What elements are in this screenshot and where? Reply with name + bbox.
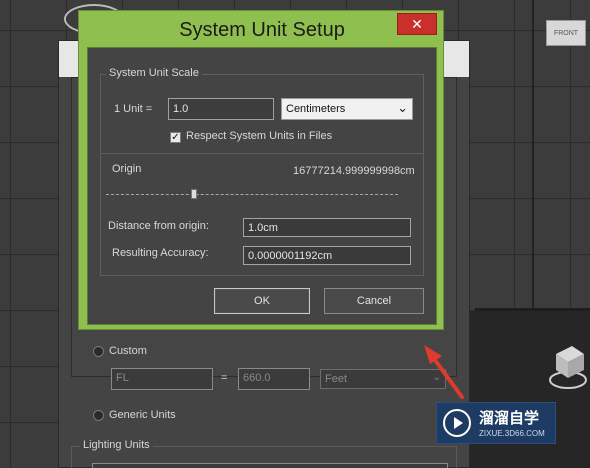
unit-label: 1 Unit =	[114, 103, 153, 115]
group-divider	[100, 153, 424, 154]
custom-radio[interactable]	[93, 346, 104, 357]
lighting-units-group: Lighting Units	[71, 439, 457, 468]
distance-input[interactable]: 1.0cm	[243, 218, 411, 237]
unit-scale-input[interactable]: 1.0	[168, 98, 274, 120]
custom-name-input[interactable]: FL	[111, 368, 213, 390]
watermark: 溜溜自学 ZIXUE.3D66.COM	[436, 402, 556, 444]
respect-units-checkbox[interactable]: ✓	[170, 132, 181, 143]
accuracy-label: Resulting Accuracy:	[112, 247, 209, 259]
custom-label: Custom	[109, 345, 147, 357]
origin-value: 16777214.999999998cm	[293, 165, 415, 177]
distance-label: Distance from origin:	[108, 220, 209, 232]
respect-units-label: Respect System Units in Files	[186, 130, 333, 142]
dialog-body: System Unit Scale 1 Unit = 1.0 Centimete…	[87, 47, 437, 325]
origin-label: Origin	[112, 163, 142, 175]
system-unit-setup-dialog: System Unit Setup ✕ System Unit Scale 1 …	[78, 10, 444, 330]
viewport-divider	[532, 0, 534, 310]
system-unit-scale-caption: System Unit Scale	[106, 67, 202, 79]
watermark-title: 溜溜自学	[479, 410, 540, 427]
play-logo-icon	[443, 409, 471, 437]
unit-type-value: Centimeters	[286, 103, 346, 115]
custom-unit-value: Feet	[325, 373, 348, 385]
watermark-url: ZIXUE.3D66.COM	[479, 429, 545, 438]
custom-unit-select[interactable]: Feet ⌄	[320, 369, 446, 389]
chevron-down-icon: ⌄	[397, 100, 408, 115]
unit-type-select[interactable]: Centimeters ⌄	[281, 98, 413, 120]
origin-slider-thumb[interactable]	[190, 189, 197, 199]
viewcube[interactable]: FRONT	[536, 12, 586, 48]
close-button[interactable]: ✕	[397, 13, 437, 35]
custom-value-input[interactable]: 660.0	[238, 368, 310, 390]
generic-units-radio[interactable]	[93, 410, 104, 421]
viewcube-perspective-icon[interactable]	[548, 340, 588, 392]
dialog-title: System Unit Setup	[179, 19, 345, 41]
lighting-units-label: Lighting Units	[80, 439, 153, 451]
origin-slider[interactable]	[106, 194, 398, 196]
viewcube-face[interactable]: FRONT	[546, 20, 586, 46]
ok-button[interactable]: OK	[214, 288, 310, 314]
equals-sign: =	[221, 372, 228, 384]
lighting-units-select[interactable]	[92, 463, 448, 468]
generic-units-label: Generic Units	[109, 409, 176, 421]
chevron-down-icon: ⌄	[432, 372, 441, 383]
cancel-button[interactable]: Cancel	[324, 288, 424, 314]
accuracy-value: 0.0000001192cm	[243, 246, 411, 265]
